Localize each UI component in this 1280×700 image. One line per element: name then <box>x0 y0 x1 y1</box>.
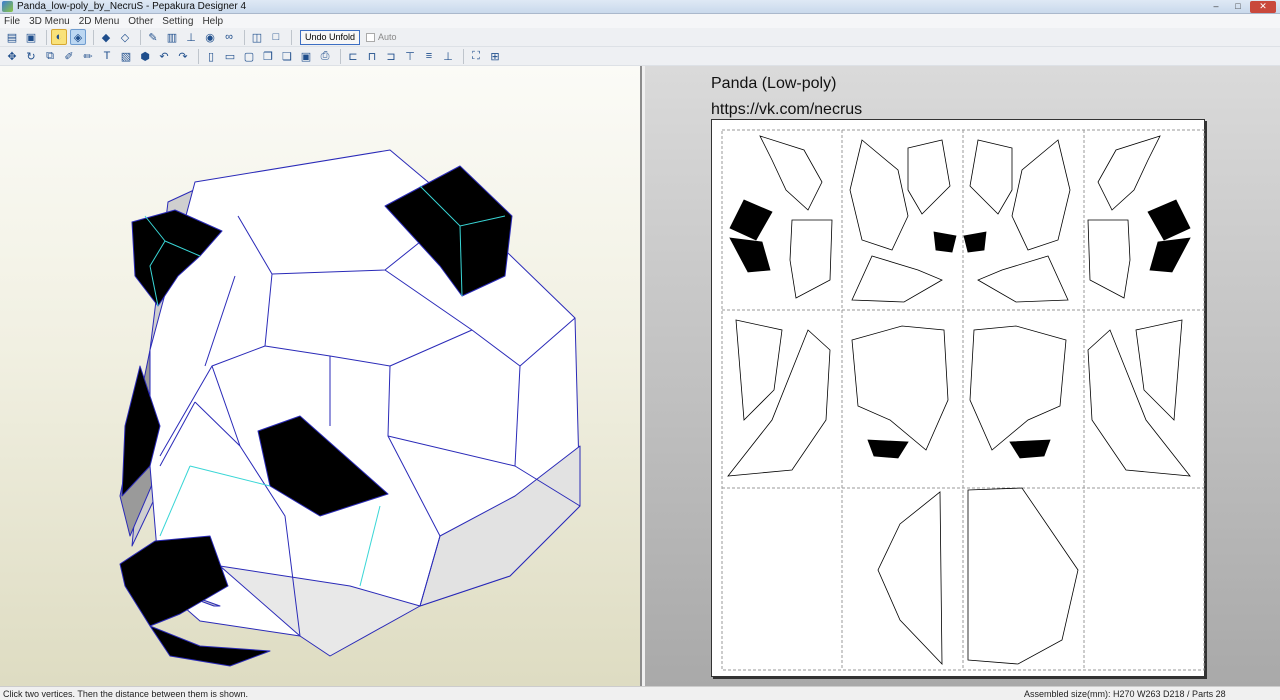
toolbar-separator <box>198 48 199 64</box>
3d-view[interactable] <box>0 66 642 686</box>
disk-icon[interactable]: ▣ <box>298 48 314 64</box>
redo-icon[interactable]: ↷ <box>175 48 191 64</box>
toolbar-separator <box>340 48 341 64</box>
page-ref-icon[interactable]: ❏ <box>279 48 295 64</box>
pattern-sheet[interactable] <box>711 119 1205 677</box>
align-middle-icon[interactable]: ≡ <box>421 48 437 64</box>
edit-toolbar: ✥ ↻ ⧉ ✐ ✏ T ▧ ⬢ ↶ ↷ ▯ ▭ ▢ ❐ ❏ ▣ ⎙ ⊏ ⊓ ⊐ … <box>0 47 1280 66</box>
sheet-title: Panda (Low-poly) <box>711 75 837 92</box>
cube-icon[interactable]: ◆ <box>98 29 114 45</box>
status-hint: Click two vertices. Then the distance be… <box>3 688 248 699</box>
window-controls: – □ ✕ <box>1206 1 1276 13</box>
panda-3d-model[interactable] <box>0 66 642 686</box>
axis-icon[interactable]: ⊥ <box>183 29 199 45</box>
close-button[interactable]: ✕ <box>1250 1 1276 13</box>
auto-checkbox[interactable]: Auto <box>366 32 397 42</box>
text-icon[interactable]: T <box>99 48 115 64</box>
toolbar-separator <box>140 29 141 45</box>
toolbar-separator <box>291 29 292 45</box>
image-icon[interactable]: ▧ <box>118 48 134 64</box>
sheet-url: https://vk.com/necrus <box>711 101 863 118</box>
align-right-icon[interactable]: ⊐ <box>383 48 399 64</box>
toolbar-separator <box>93 29 94 45</box>
toolbar-separator <box>46 29 47 45</box>
link-icon[interactable]: ∞ <box>221 29 237 45</box>
menu-file[interactable]: File <box>4 16 20 27</box>
single-view-icon[interactable]: □ <box>268 29 284 45</box>
align-top-icon[interactable]: ⊤ <box>402 48 418 64</box>
open-icon[interactable]: ▤ <box>4 29 20 45</box>
menu-other[interactable]: Other <box>128 16 153 27</box>
print-icon[interactable]: ⎙ <box>317 48 333 64</box>
page-icon[interactable]: ▢ <box>241 48 257 64</box>
bulb-icon[interactable]: ◐ <box>51 29 67 45</box>
book-open-icon[interactable]: ▭ <box>222 48 238 64</box>
window-title: Panda_low-poly_by_NecruS - Pepakura Desi… <box>17 1 247 12</box>
join-icon[interactable]: ⧉ <box>42 48 58 64</box>
auto-label: Auto <box>378 32 397 42</box>
box-icon[interactable]: ⬢ <box>137 48 153 64</box>
maximize-button[interactable]: □ <box>1228 1 1248 13</box>
rotate-icon[interactable]: ↻ <box>23 48 39 64</box>
menu-bar: File 3D Menu 2D Menu Other Setting Help <box>0 14 1280 28</box>
status-bar: Click two vertices. Then the distance be… <box>0 686 1280 700</box>
undo-unfold-button[interactable]: Undo Unfold <box>300 29 361 45</box>
checkbox-icon[interactable] <box>366 32 376 42</box>
menu-setting[interactable]: Setting <box>162 16 193 27</box>
menu-3d[interactable]: 3D Menu <box>29 16 70 27</box>
align-left-icon[interactable]: ⊏ <box>345 48 361 64</box>
main-toolbar: ▤ ▣ ◐ ◈ ◆ ◇ ✎ ▥ ⊥ ◉ ∞ ◫ □ Undo Unfold Au… <box>0 28 1280 47</box>
edit-line-icon[interactable]: ✐ <box>61 48 77 64</box>
undo-icon[interactable]: ↶ <box>156 48 172 64</box>
cube-alt-icon[interactable]: ◇ <box>117 29 133 45</box>
app-icon <box>2 1 13 12</box>
align-bottom-icon[interactable]: ⊥ <box>440 48 456 64</box>
split-view-icon[interactable]: ◫ <box>249 29 265 45</box>
2d-view[interactable]: Panda (Low-poly) https://vk.com/necrus <box>645 66 1280 686</box>
toolbar-separator <box>463 48 464 64</box>
cylinder-icon[interactable]: ▥ <box>164 29 180 45</box>
minimize-button[interactable]: – <box>1206 1 1226 13</box>
menu-help[interactable]: Help <box>202 16 223 27</box>
paint-icon[interactable]: ✎ <box>145 29 161 45</box>
eye-icon[interactable]: ◉ <box>202 29 218 45</box>
title-bar: Panda_low-poly_by_NecruS - Pepakura Desi… <box>0 0 1280 14</box>
grid-icon[interactable]: ⊞ <box>487 48 503 64</box>
edit-dash-icon[interactable]: ✏ <box>80 48 96 64</box>
move-icon[interactable]: ✥ <box>4 48 20 64</box>
unfolded-parts[interactable] <box>712 120 1206 678</box>
save-icon[interactable]: ▣ <box>23 29 39 45</box>
assembled-size: Assembled size(mm): H270 W263 D218 / Par… <box>1024 688 1226 699</box>
book-icon[interactable]: ▯ <box>203 48 219 64</box>
toolbar-separator <box>244 29 245 45</box>
menu-2d[interactable]: 2D Menu <box>79 16 120 27</box>
page-copy-icon[interactable]: ❐ <box>260 48 276 64</box>
fit-icon[interactable]: ⛶ <box>468 48 484 64</box>
unfold-icon[interactable]: ◈ <box>70 29 86 45</box>
align-center-icon[interactable]: ⊓ <box>364 48 380 64</box>
